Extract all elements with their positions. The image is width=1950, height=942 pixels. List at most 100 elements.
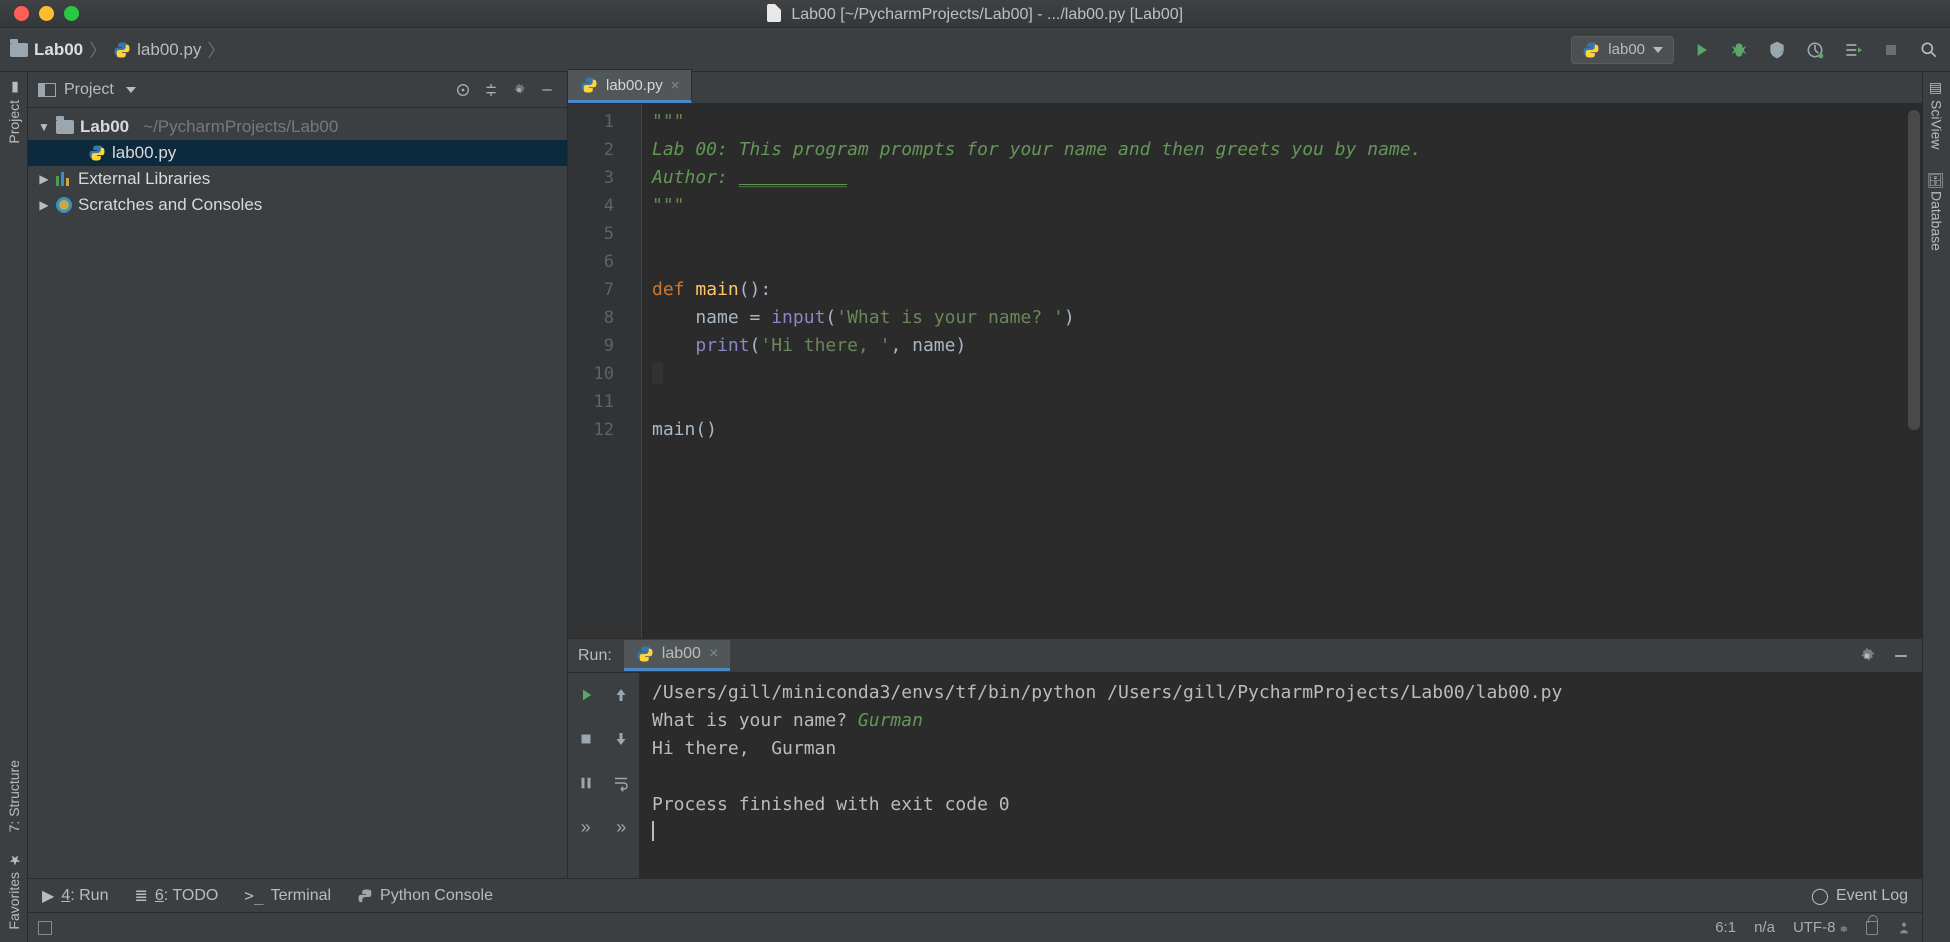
tree-root[interactable]: ▼ Lab00 ~/PycharmProjects/Lab00: [28, 114, 567, 140]
down-stack-button[interactable]: [610, 728, 632, 750]
breadcrumb-separator: 〉: [207, 37, 225, 63]
todo-tool-button[interactable]: ≣ 6: TODO: [134, 886, 218, 906]
lock-icon[interactable]: [1866, 921, 1878, 935]
editor-tab-lab00[interactable]: lab00.py ×: [568, 69, 692, 103]
run-button[interactable]: [1690, 39, 1712, 61]
status-bar: 6:1 n/a UTF-8 ≑: [28, 912, 1922, 942]
cursor-position[interactable]: 6:1: [1715, 919, 1736, 936]
project-pane-header: Project: [28, 72, 567, 108]
editor-area: lab00.py × 123 456 789 101112 """ Lab 00…: [568, 72, 1922, 878]
stop-button[interactable]: [1880, 39, 1902, 61]
chevron-down-icon[interactable]: [126, 87, 136, 93]
up-stack-button[interactable]: [610, 684, 632, 706]
star-icon: ★: [6, 852, 22, 868]
project-view-icon: [38, 83, 56, 97]
left-tool-strip: Project ▮ 7: Structure Favorites ★: [0, 72, 28, 942]
run-header: Run: lab00 ×: [568, 639, 1922, 673]
database-tool-button[interactable]: 🗄 Database: [1929, 170, 1945, 252]
terminal-tool-button[interactable]: >_ Terminal: [244, 886, 331, 905]
profile-button[interactable]: [1804, 39, 1826, 61]
line-separator[interactable]: n/a: [1754, 919, 1775, 936]
folder-icon: ▮: [6, 80, 22, 96]
sciview-tool-button[interactable]: ▤ SciView: [1929, 80, 1945, 150]
project-pane-title: Project: [64, 81, 114, 99]
structure-tool-button[interactable]: 7: Structure: [6, 760, 22, 832]
breadcrumb-project[interactable]: Lab00: [10, 40, 83, 60]
stop-run-button[interactable]: [575, 728, 597, 750]
editor-scrollbar[interactable]: [1908, 110, 1920, 430]
project-tool-window: Project ▼ Lab00 ~/PycharmProjects/Lab00: [28, 72, 568, 878]
run-label: Run:: [578, 647, 612, 665]
close-tab-button[interactable]: ×: [671, 77, 680, 94]
editor-tabs: lab00.py ×: [568, 72, 1922, 104]
run-tab-lab00[interactable]: lab00 ×: [624, 640, 731, 671]
list-icon: ≣: [134, 886, 147, 906]
navigation-bar: Lab00 〉 lab00.py 〉 lab00: [0, 28, 1950, 72]
expand-icon[interactable]: ▼: [38, 120, 50, 134]
scroll-from-source-button[interactable]: [453, 80, 473, 100]
run-console[interactable]: /Users/gill/miniconda3/envs/tf/bin/pytho…: [640, 673, 1922, 878]
titlebar: Lab00 [~/PycharmProjects/Lab00] - .../la…: [0, 0, 1950, 28]
project-tool-button[interactable]: Project ▮: [6, 80, 22, 144]
document-icon: [767, 4, 781, 22]
folder-icon: [10, 43, 28, 57]
terminal-icon: >_: [244, 886, 263, 905]
expand-icon[interactable]: ▶: [38, 198, 50, 212]
tree-file-lab00[interactable]: lab00.py: [28, 140, 567, 166]
code-content[interactable]: """ Lab 00: This program prompts for you…: [642, 104, 1922, 638]
breadcrumb-file[interactable]: lab00.py: [113, 40, 201, 60]
settings-button[interactable]: [509, 80, 529, 100]
breadcrumb: Lab00 〉 lab00.py 〉: [10, 37, 225, 63]
chevron-down-icon: [1653, 47, 1663, 53]
search-everywhere-button[interactable]: [1918, 39, 1940, 61]
folder-icon: [56, 120, 74, 134]
python-icon: [357, 888, 373, 904]
python-file-icon: [1582, 41, 1600, 59]
database-icon: 🗄: [1929, 170, 1945, 188]
soft-wrap-button[interactable]: [610, 772, 632, 794]
code-editor[interactable]: 123 456 789 101112 """ Lab 00: This prog…: [568, 104, 1922, 638]
debug-button[interactable]: [1728, 39, 1750, 61]
run-with-coverage-button[interactable]: [1766, 39, 1788, 61]
expand-icon[interactable]: ▶: [38, 172, 50, 186]
bottom-toolbar: ▶ 4: Run ≣ 6: TODO >_ Terminal Python Co…: [28, 878, 1922, 912]
run-tool-window: Run: lab00 ×: [568, 638, 1922, 878]
tree-external-libraries[interactable]: ▶ External Libraries: [28, 166, 567, 192]
hide-run-button[interactable]: [1890, 645, 1912, 667]
libraries-icon: [56, 172, 72, 186]
more-button-2[interactable]: »: [610, 816, 632, 838]
python-console-tool-button[interactable]: Python Console: [357, 887, 493, 905]
fold-column[interactable]: [624, 104, 642, 638]
tree-scratches[interactable]: ▶ Scratches and Consoles: [28, 192, 567, 218]
python-file-icon: [636, 645, 654, 663]
close-run-tab-button[interactable]: ×: [709, 645, 718, 663]
run-tool-button[interactable]: ▶ 4: Run: [42, 886, 108, 906]
python-file-icon: [88, 144, 106, 162]
hide-button[interactable]: [537, 80, 557, 100]
sciview-icon: ▤: [1929, 80, 1945, 96]
rerun-button[interactable]: [575, 684, 597, 706]
python-file-icon: [113, 41, 131, 59]
scratches-icon: [56, 197, 72, 213]
python-file-icon: [580, 76, 598, 94]
window-title: Lab00 [~/PycharmProjects/Lab00] - .../la…: [0, 4, 1950, 24]
concurrency-diagram-button[interactable]: [1842, 39, 1864, 61]
play-icon: ▶: [42, 886, 54, 906]
run-configuration-selector[interactable]: lab00: [1571, 36, 1674, 64]
tool-windows-toggle[interactable]: [38, 921, 52, 935]
file-encoding[interactable]: UTF-8 ≑: [1793, 919, 1848, 936]
breadcrumb-separator: 〉: [89, 37, 107, 63]
pause-button[interactable]: [575, 772, 597, 794]
project-tree[interactable]: ▼ Lab00 ~/PycharmProjects/Lab00 lab00.py…: [28, 108, 567, 224]
favorites-tool-button[interactable]: Favorites ★: [6, 852, 22, 930]
run-settings-button[interactable]: [1856, 645, 1878, 667]
right-tool-strip: ▤ SciView 🗄 Database: [1922, 72, 1950, 942]
more-button[interactable]: »: [575, 816, 597, 838]
run-toolbar: » »: [568, 673, 640, 878]
bubble-icon: ◯: [1811, 886, 1829, 906]
indexing-icon[interactable]: [1896, 920, 1912, 936]
event-log-button[interactable]: ◯ Event Log: [1811, 886, 1908, 906]
collapse-all-button[interactable]: [481, 80, 501, 100]
line-gutter[interactable]: 123 456 789 101112: [568, 104, 624, 638]
caret: [652, 821, 654, 841]
